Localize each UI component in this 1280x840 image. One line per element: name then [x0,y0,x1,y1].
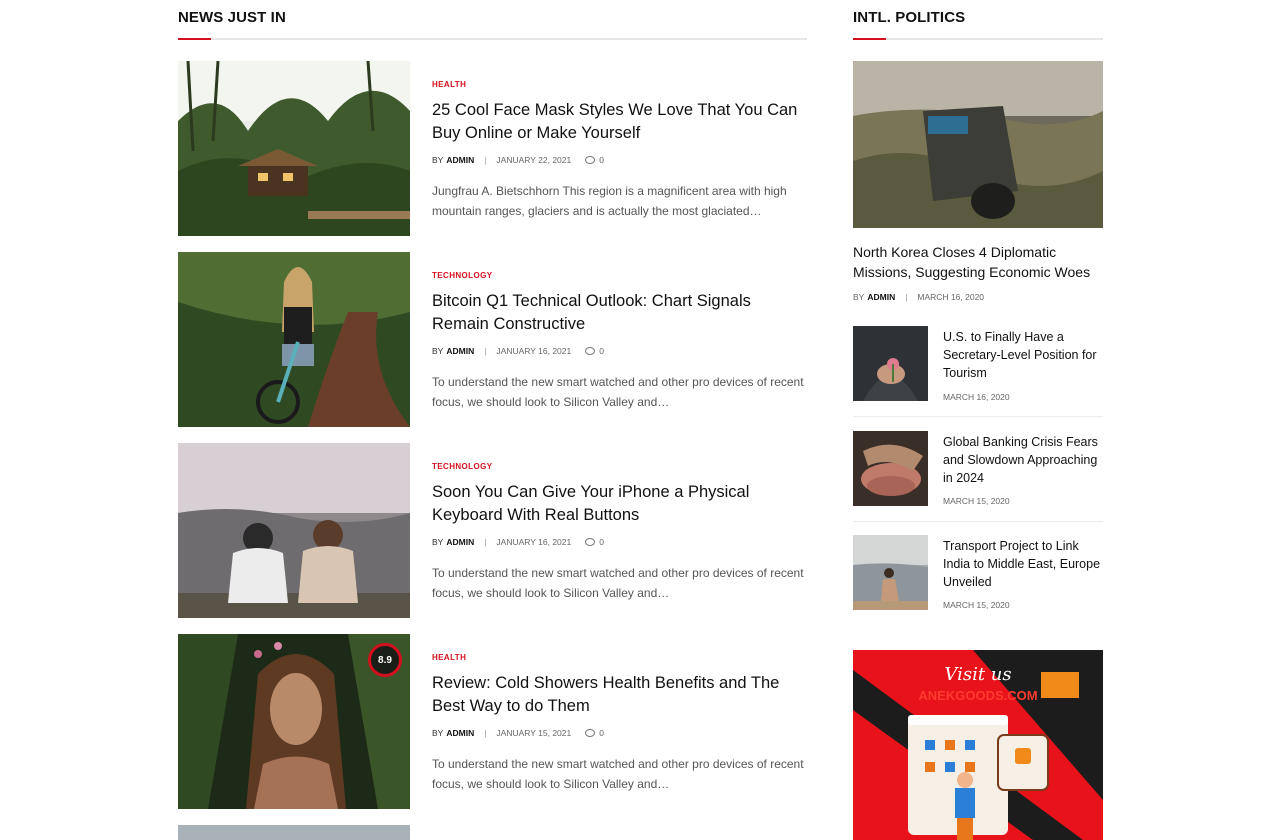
author-link[interactable]: ADMIN [446,537,474,547]
post-title[interactable]: 25 Cool Face Mask Styles We Love That Yo… [432,99,808,145]
post-date: JANUARY 16, 2021 [496,537,572,547]
byline-label: BY [432,346,444,356]
author-link[interactable]: ADMIN [867,292,895,302]
comment-icon[interactable] [585,729,596,737]
sidebar-item-title[interactable]: U.S. to Finally Have a Secretary-Level P… [943,328,1103,382]
post-thumbnail[interactable] [178,443,410,618]
post-excerpt: To understand the new smart watched and … [432,757,804,791]
comment-count[interactable]: 0 [599,537,604,547]
comment-count[interactable]: 0 [599,346,604,356]
news-post: 8.9 HEALTH Review: Cold Showers Health B… [178,634,808,809]
sidebar-item-thumbnail[interactable] [853,431,928,506]
post-category[interactable]: HEALTH [432,653,466,662]
post-title[interactable]: Soon You Can Give Your iPhone a Physical… [432,481,808,527]
meta-separator: | [484,537,487,547]
comment-count[interactable]: 0 [599,728,604,738]
section-divider [178,38,807,40]
review-score-badge: 8.9 [368,643,402,677]
comment-icon[interactable] [585,347,596,355]
post-excerpt: To understand the new smart watched and … [432,566,804,600]
sidebar-feature-thumbnail[interactable] [853,61,1103,228]
post-date: JANUARY 22, 2021 [496,155,572,165]
meta-separator: | [484,346,487,356]
meta-separator: | [484,155,487,165]
post-title[interactable]: Review: Cold Showers Health Benefits and… [432,672,808,718]
post-meta: BY ADMIN | JANUARY 16, 2021 0 [432,537,604,547]
post-title[interactable]: Bitcoin Q1 Technical Outlook: Chart Sign… [432,290,808,336]
byline-label: BY [432,537,444,547]
byline-label: BY [853,292,865,302]
ad-visit-text: Visit us [944,664,1012,685]
sidebar-divider [853,416,1103,417]
comment-icon[interactable] [585,538,596,546]
sidebar-divider [853,521,1103,522]
ad-site-name: ANEKGOODS.COM [918,688,1038,703]
meta-separator: | [905,292,908,302]
sidebar-item-date: MARCH 15, 2020 [943,496,1010,506]
author-link[interactable]: ADMIN [446,155,474,165]
sidebar-list-item: Global Banking Crisis Fears and Slowdown… [853,431,1103,526]
news-post: TECHNOLOGY Bitcoin Q1 Technical Outlook:… [178,252,808,427]
comment-icon[interactable] [585,156,596,164]
post-thumbnail[interactable] [178,252,410,427]
post-thumbnail[interactable] [178,825,410,840]
section-title-intl-politics[interactable]: INTL. POLITICS [853,9,965,26]
news-post: HEALTH 25 Cool Face Mask Styles We Love … [178,61,808,236]
post-date: JANUARY 16, 2021 [496,346,572,356]
post-meta: BY ADMIN | JANUARY 15, 2021 0 [432,728,604,738]
section-divider [853,38,1103,40]
byline-label: BY [432,728,444,738]
sidebar-item-date: MARCH 15, 2020 [943,600,1010,610]
post-thumbnail[interactable] [178,61,410,236]
news-post: TECHNOLOGY Soon You Can Give Your iPhone… [178,443,808,618]
sidebar-item-title[interactable]: Global Banking Crisis Fears and Slowdown… [943,433,1103,487]
sidebar-item-title[interactable]: Transport Project to Link India to Middl… [943,537,1103,591]
sidebar-item-thumbnail[interactable] [853,535,928,610]
post-date: JANUARY 15, 2021 [496,728,572,738]
sidebar-list-item: Transport Project to Link India to Middl… [853,535,1103,630]
post-excerpt: Jungfrau A. Bietschhorn This region is a… [432,184,787,218]
post-date: MARCH 16, 2020 [917,292,985,302]
comment-count[interactable]: 0 [599,155,604,165]
sidebar-item-thumbnail[interactable] [853,326,928,401]
author-link[interactable]: ADMIN [446,346,474,356]
byline-label: BY [432,155,444,165]
post-excerpt: To understand the new smart watched and … [432,375,804,409]
sidebar-feature-title[interactable]: North Korea Closes 4 Diplomatic Missions… [853,242,1103,282]
post-meta: BY ADMIN | JANUARY 22, 2021 0 [432,155,604,165]
ad-banner[interactable]: Visit us ANEKGOODS.COM [853,650,1103,840]
author-link[interactable]: ADMIN [446,728,474,738]
post-meta: BY ADMIN | JANUARY 16, 2021 0 [432,346,604,356]
post-category[interactable]: TECHNOLOGY [432,462,492,471]
post-category[interactable]: TECHNOLOGY [432,271,492,280]
post-category[interactable]: HEALTH [432,80,466,89]
meta-separator: | [484,728,487,738]
post-thumbnail[interactable]: 8.9 [178,634,410,809]
sidebar-item-date: MARCH 16, 2020 [943,392,1010,402]
section-title-news-just-in: NEWS JUST IN [178,9,286,26]
sidebar-list-item: U.S. to Finally Have a Secretary-Level P… [853,326,1103,421]
post-meta: BY ADMIN | MARCH 16, 2020 [853,292,984,302]
